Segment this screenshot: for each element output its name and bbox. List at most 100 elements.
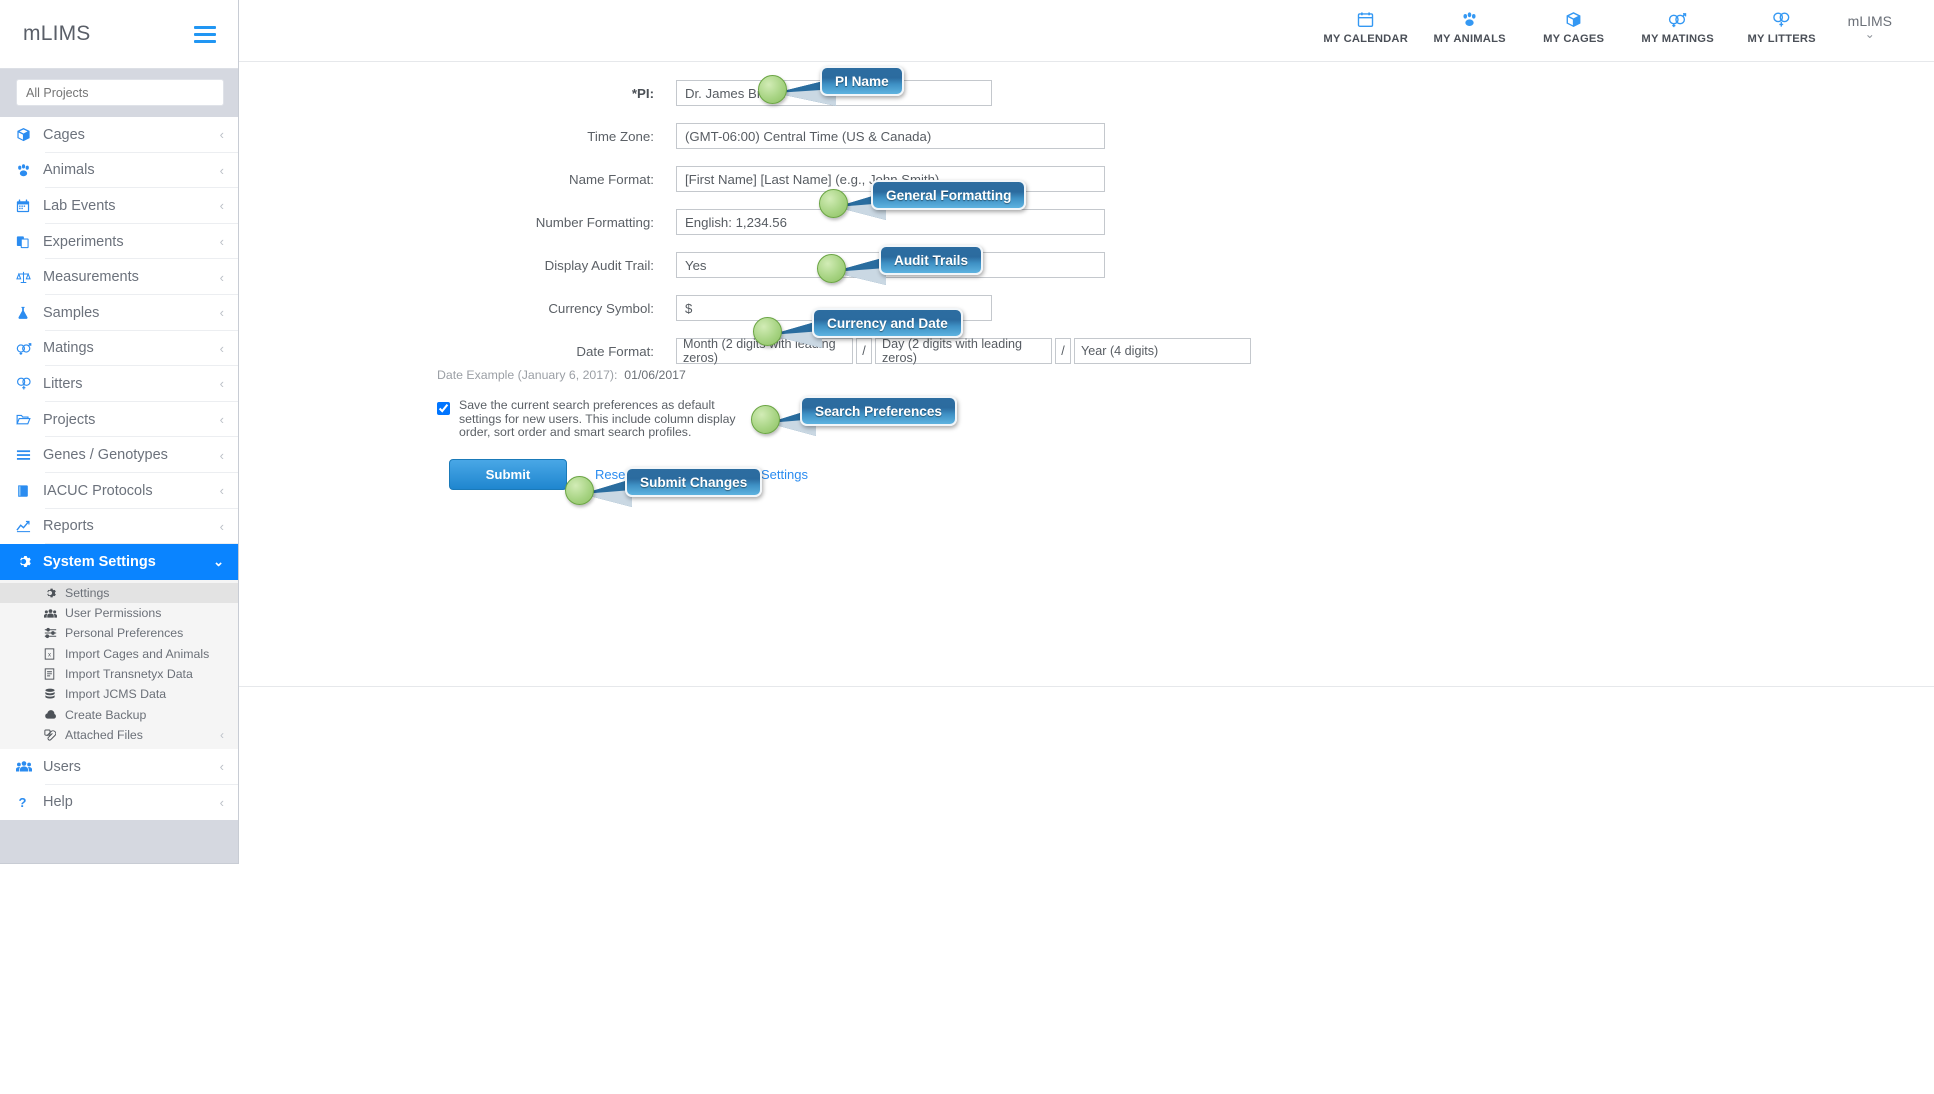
sidebar-subitem-label: Import Cages and Animals	[65, 646, 210, 661]
search-preferences-checkbox-row: Save the current search preferences as d…	[437, 398, 747, 440]
chevron-down-icon: ⌄	[213, 554, 224, 570]
topnav-my-matings[interactable]: MY MATINGS	[1626, 8, 1730, 45]
sidebar: mLIMS Cages ‹ Animals ‹	[0, 0, 239, 864]
sidebar-item-projects[interactable]: Projects ‹	[0, 401, 238, 438]
field-row-pi: *PI:	[416, 80, 992, 106]
sidebar-item-litters[interactable]: Litters ‹	[0, 366, 238, 402]
sidebar-subitem-import-cages-and-animals[interactable]: x Import Cages and Animals	[0, 644, 238, 664]
documents-icon	[16, 235, 43, 249]
date-separator-2: /	[1055, 338, 1071, 364]
svg-text:?: ?	[19, 795, 27, 810]
topnav-my-cages[interactable]: MY CAGES	[1522, 8, 1626, 45]
search-preferences-label: Save the current search preferences as d…	[459, 398, 736, 439]
callout-currency-and-date: Currency and Date	[812, 308, 963, 338]
chevron-left-icon: ‹	[219, 305, 224, 321]
sidebar-item-measurements[interactable]: Measurements ‹	[0, 259, 238, 295]
litter-icon	[16, 376, 43, 391]
sidebar-item-system-settings[interactable]: System Settings ⌄	[0, 544, 238, 580]
sidebar-subitem-label: Import Transnetyx Data	[65, 667, 193, 682]
callout-pi-name: PI Name	[820, 66, 904, 96]
sidebar-subitem-label: User Permissions	[65, 606, 162, 621]
search-preferences-checkbox[interactable]	[437, 402, 450, 415]
chevron-left-icon: ‹	[219, 447, 224, 463]
sidebar-item-label: Matings	[43, 340, 94, 357]
user-menu[interactable]: mLIMS ⌄	[1848, 8, 1892, 41]
callout-dot-currency-and-date	[753, 317, 782, 346]
sidebar-item-label: Animals	[43, 162, 95, 179]
sidebar-item-label: Measurements	[43, 269, 139, 286]
sidebar-item-label: Experiments	[43, 233, 124, 250]
callout-dot-submit-changes	[565, 476, 594, 505]
scale-icon	[16, 270, 43, 285]
callout-submit-changes: Submit Changes	[625, 467, 763, 497]
chevron-left-icon: ‹	[219, 162, 224, 178]
mating-icon	[1668, 8, 1687, 30]
topnav-label: MY ANIMALS	[1433, 33, 1506, 45]
date-separator-1: /	[856, 338, 872, 364]
sidebar-item-label: System Settings	[43, 553, 156, 570]
sidebar-subitem-label: Settings	[65, 585, 110, 600]
paperclip-icon	[44, 729, 65, 741]
project-selector-input[interactable]	[16, 79, 224, 106]
hamburger-icon[interactable]	[194, 22, 216, 47]
calendar-icon	[16, 199, 43, 213]
sidebar-item-iacuc-protocols[interactable]: IACUC Protocols ‹	[0, 472, 238, 509]
top-navigation-bar: MY CALENDAR MY ANIMALS MY CAGES MY MATIN…	[239, 0, 1934, 62]
callout-audit-trails: Audit Trails	[879, 245, 984, 275]
users-icon	[44, 608, 65, 619]
sidebar-item-label: IACUC Protocols	[43, 482, 153, 499]
sidebar-item-help[interactable]: ? Help ‹	[0, 784, 238, 821]
sidebar-item-reports[interactable]: Reports ‹	[0, 508, 238, 545]
topnav-label: MY LITTERS	[1747, 33, 1816, 45]
sidebar-subitem-import-jcms-data[interactable]: Import JCMS Data	[0, 684, 238, 704]
sidebar-subitem-user-permissions[interactable]: User Permissions	[0, 603, 238, 623]
database-icon	[44, 688, 65, 700]
topnav-my-calendar[interactable]: MY CALENDAR	[1314, 8, 1418, 45]
sidebar-item-label: Projects	[43, 411, 96, 428]
sidebar-subitem-personal-preferences[interactable]: Personal Preferences	[0, 623, 238, 643]
sidebar-item-animals[interactable]: Animals ‹	[0, 152, 238, 189]
sidebar-subitem-label: Create Backup	[65, 707, 147, 722]
field-row-audit-trail: Display Audit Trail:	[416, 252, 1105, 278]
sidebar-item-experiments[interactable]: Experiments ‹	[0, 223, 238, 260]
sidebar-item-label: Reports	[43, 518, 94, 535]
field-row-timezone: Time Zone:	[416, 123, 1105, 149]
date-format-label: Date Format:	[576, 343, 654, 359]
sidebar-item-matings[interactable]: Matings ‹	[0, 330, 238, 367]
sidebar-item-lab-events[interactable]: Lab Events ‹	[0, 188, 238, 224]
sidebar-subitem-import-transnetyx-data[interactable]: Import Transnetyx Data	[0, 664, 238, 684]
chevron-left-icon: ‹	[219, 234, 224, 250]
paw-icon	[1461, 8, 1478, 30]
app-root: mLIMS Cages ‹ Animals ‹	[0, 0, 1934, 1094]
callout-dot-pi-name	[758, 75, 787, 104]
number-formatting-select[interactable]	[676, 209, 1105, 235]
svg-text:x: x	[48, 652, 51, 658]
sidebar-item-cages[interactable]: Cages ‹	[0, 117, 238, 153]
field-row-date-format: Date Format: Month (2 digits with leadin…	[416, 337, 1251, 365]
sidebar-item-label: Cages	[43, 126, 85, 143]
sidebar-item-samples[interactable]: Samples ‹	[0, 294, 238, 331]
timezone-select[interactable]	[676, 123, 1105, 149]
sidebar-item-users[interactable]: Users ‹	[0, 749, 238, 785]
chevron-down-icon: ⌄	[1864, 27, 1875, 41]
sidebar-subitem-label: Personal Preferences	[65, 626, 184, 641]
chevron-left-icon: ‹	[219, 518, 224, 534]
sidebar-item-genes-genotypes[interactable]: Genes / Genotypes ‹	[0, 437, 238, 473]
sidebar-subitem-create-backup[interactable]: Create Backup	[0, 705, 238, 725]
project-selector-wrap	[0, 69, 238, 117]
sidebar-subitem-settings[interactable]: Settings	[0, 582, 238, 604]
date-day-select[interactable]: Day (2 digits with leading zeros)	[875, 337, 1052, 365]
callout-search-preferences: Search Preferences	[800, 396, 957, 426]
sidebar-item-label: Genes / Genotypes	[43, 447, 168, 464]
settings-form: *PI: Time Zone: Name Format: Number Form…	[239, 62, 1934, 687]
sidebar-subitem-attached-files[interactable]: Attached Files ‹	[0, 725, 238, 745]
chevron-left-icon: ‹	[219, 412, 224, 428]
book-icon	[16, 484, 43, 498]
topnav-my-animals[interactable]: MY ANIMALS	[1418, 8, 1522, 45]
timezone-label: Time Zone:	[587, 128, 654, 144]
box-icon	[16, 127, 43, 142]
submit-button[interactable]: Submit	[449, 459, 567, 490]
topnav-my-litters[interactable]: MY LITTERS	[1730, 8, 1834, 45]
sliders-icon	[44, 627, 65, 639]
date-year-select[interactable]: Year (4 digits)	[1074, 338, 1251, 364]
